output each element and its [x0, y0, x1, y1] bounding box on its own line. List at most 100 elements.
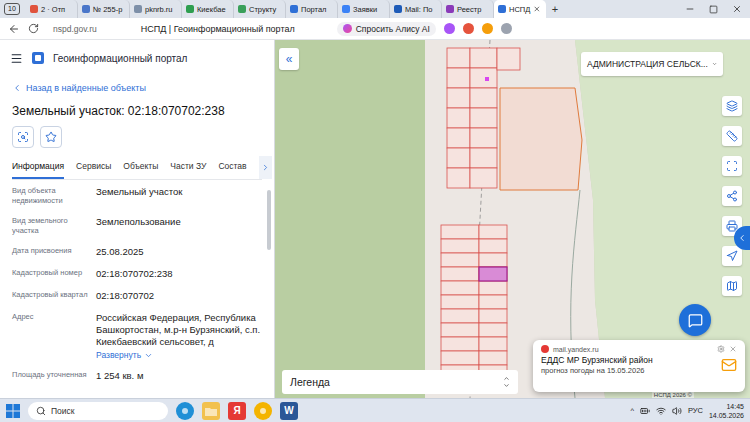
letter-app-icon[interactable]: W — [280, 402, 298, 420]
favorite-button[interactable] — [40, 126, 62, 148]
field-row: Вид объекта недвижимостиЗемельный участо… — [12, 180, 262, 210]
field-row: Кадастровый квартал02:18:070702 — [12, 284, 262, 306]
browser-tab[interactable]: Структу — [234, 0, 286, 18]
address-bar: nspd.gov.ru НСПД | Геоинформационный порт… — [0, 18, 750, 40]
expand-link[interactable]: Развернуть — [96, 350, 262, 360]
chevron-left-icon — [12, 83, 22, 93]
tabs-scroll-button[interactable] — [259, 156, 272, 179]
map[interactable]: « АДМИНИСТРАЦИЯ СЕЛЬСК... Легенда НСПД 2026… — [275, 40, 750, 398]
field-value: 1 254 кв. м — [96, 370, 262, 382]
browser-tab[interactable]: Портал — [286, 0, 338, 18]
object-tab[interactable]: Состав — [218, 156, 246, 179]
browser-tab[interactable]: Mail: По — [390, 0, 442, 18]
parcel-highlight[interactable] — [479, 267, 507, 281]
locate-icon — [17, 131, 29, 143]
browser-tab[interactable]: НСПД — [494, 0, 546, 18]
folder-app-icon[interactable] — [202, 402, 220, 420]
settings-icon[interactable] — [717, 345, 725, 353]
notification-header: mail.yandex.ru — [541, 345, 737, 353]
yandex-icon — [541, 345, 549, 353]
layer-select[interactable]: АДМИНИСТРАЦИЯ СЕЛЬСК... — [581, 52, 723, 76]
field-value: Российская Федерация, Республика Башкорт… — [96, 312, 262, 348]
extension-icon[interactable] — [501, 23, 512, 34]
alice-icon — [343, 24, 352, 33]
tray-expand[interactable]: ^ — [630, 406, 634, 415]
field-label: Дата присвоения — [12, 246, 90, 258]
field-label: Адрес — [12, 312, 90, 360]
map-attribution: НСПД 2026 © — [652, 392, 694, 398]
maximize-icon[interactable] — [709, 5, 718, 14]
chevron-up-icon — [503, 375, 510, 382]
wifi-icon[interactable] — [656, 406, 666, 416]
object-actions — [12, 126, 262, 148]
close-window-icon[interactable] — [732, 4, 742, 14]
browser-tab[interactable]: № 255-р — [78, 0, 130, 18]
battery-icon[interactable] — [640, 406, 650, 416]
navigation-icon — [726, 250, 738, 262]
chat-button[interactable] — [679, 304, 711, 336]
browser-tab[interactable]: Реестр — [442, 0, 494, 18]
url[interactable]: nspd.gov.ru — [53, 24, 97, 34]
minimize-icon[interactable] — [685, 4, 695, 14]
letter-app-icon[interactable]: Я — [228, 402, 246, 420]
tab-counter[interactable]: 10 — [4, 3, 20, 15]
extension-icon[interactable] — [463, 23, 474, 34]
browser-tab[interactable]: Заявки — [338, 0, 390, 18]
screen: 102 · Отп№ 255-рpknrb.ruКиекбаеСтруктуПо… — [0, 0, 750, 422]
extension-icon[interactable] — [444, 23, 455, 34]
back-link[interactable]: Назад в найденные объекты — [12, 82, 262, 94]
clock[interactable]: 14:4514.05.2026 — [709, 402, 744, 420]
field-label: Вид земельного участка — [12, 216, 90, 236]
new-tab-button[interactable]: + — [546, 0, 564, 18]
extension-icon[interactable] — [482, 23, 493, 34]
collapse-panel-button[interactable]: « — [279, 48, 299, 70]
field-value: Землепользование — [96, 216, 262, 228]
legend-bar[interactable]: Легенда — [282, 370, 518, 394]
reload-icon[interactable] — [28, 23, 39, 34]
close-icon[interactable] — [729, 345, 737, 353]
volume-icon[interactable] — [672, 406, 682, 416]
edge-app-icon[interactable] — [176, 402, 194, 420]
language[interactable]: РУС — [688, 406, 703, 415]
favicon-icon — [30, 5, 38, 13]
notification[interactable]: mail.yandex.ruЕДДС МР Бурзянский районпр… — [533, 340, 745, 392]
field-label: Площадь уточненная — [12, 370, 90, 382]
object-tab[interactable]: Сервисы — [76, 156, 111, 179]
object-tab[interactable]: Части ЗУ — [170, 156, 206, 179]
taskbar-search[interactable]: Поиск — [28, 402, 168, 420]
layers-button[interactable] — [722, 96, 742, 116]
favicon-icon — [186, 5, 194, 13]
field-value: Земельный участок — [96, 186, 262, 198]
browser-app-icon[interactable] — [254, 402, 272, 420]
scrollbar[interactable] — [267, 190, 271, 250]
page-title: НСПД | Геоинформационный портал — [141, 24, 295, 34]
object-tabs: Информация Сервисы Объекты Части ЗУ Состав — [12, 156, 262, 180]
chevron-down-icon — [144, 351, 153, 360]
system-tray: ^ РУС 14:4514.05.2026 — [630, 402, 744, 420]
measure-button[interactable] — [722, 126, 742, 146]
menu-icon[interactable] — [10, 52, 23, 65]
select-button[interactable] — [722, 156, 742, 176]
field-row: Вид земельного участка Землепользование — [12, 210, 262, 240]
map-icon — [726, 280, 738, 292]
share-button[interactable] — [722, 186, 742, 206]
field-label: Кадастровый квартал — [12, 290, 90, 302]
locate-button[interactable] — [12, 126, 34, 148]
browser-tab[interactable]: pknrb.ru — [130, 0, 182, 18]
panel-body: Назад в найденные объекты Земельный участ… — [0, 76, 274, 386]
object-tab[interactable]: Информация — [12, 156, 64, 179]
close-icon[interactable] — [533, 5, 541, 13]
basemap-button[interactable] — [722, 276, 742, 296]
browser-tab[interactable]: Киекбае — [182, 0, 234, 18]
window-controls — [685, 0, 750, 18]
browser-tab-bar: 10 2 · Отп№ 255-рpknrb.ruКиекбаеСтруктуПо… — [0, 0, 750, 18]
back-icon[interactable] — [8, 23, 20, 35]
locate-me-button[interactable] — [722, 246, 742, 266]
ruler-icon — [726, 130, 738, 142]
field-value: 02:18:070702:238 — [96, 268, 262, 280]
browser-tab[interactable]: 2 · Отп — [26, 0, 78, 18]
windows-start-icon[interactable] — [6, 404, 20, 418]
object-tab[interactable]: Объекты — [123, 156, 158, 179]
favicon-icon — [238, 5, 246, 13]
alice-button[interactable]: Спросить Алису AI — [337, 22, 436, 36]
